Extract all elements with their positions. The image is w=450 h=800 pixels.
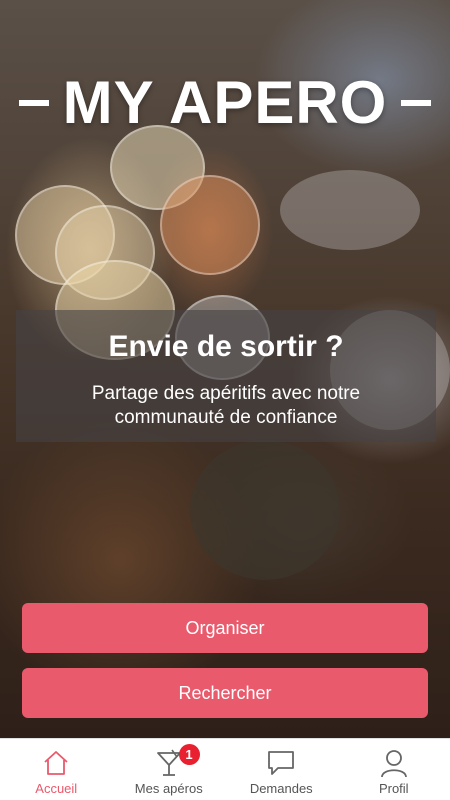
tab-demandes[interactable]: Demandes xyxy=(225,739,338,800)
person-icon xyxy=(380,750,407,778)
organise-button[interactable]: Organiser xyxy=(22,603,428,653)
hero-title: Envie de sortir ? xyxy=(108,330,344,363)
food-plate xyxy=(190,440,340,580)
tab-label: Demandes xyxy=(249,781,313,796)
tab-mes-aperos[interactable]: 1 Mes apéros xyxy=(113,739,226,800)
bottom-tab-bar: Accueil 1 Mes apéros Demandes Profil xyxy=(0,738,450,800)
logo-dash-right xyxy=(401,100,432,107)
logo-text: MY APERO xyxy=(62,69,388,136)
home-icon xyxy=(44,751,68,775)
chat-bubble-icon xyxy=(268,751,295,775)
hero-subtitle: Partage des apéritifs avec notre communa… xyxy=(91,383,361,428)
app-logo: MY APERO xyxy=(0,68,450,137)
tab-label: Mes apéros xyxy=(134,781,203,796)
tab-label: Accueil xyxy=(35,781,78,796)
wine-glass xyxy=(160,175,260,275)
tab-accueil[interactable]: Accueil xyxy=(0,739,113,800)
tab-profil[interactable]: Profil xyxy=(338,739,450,800)
notification-badge: 1 xyxy=(178,744,200,765)
tab-label: Profil xyxy=(378,781,409,796)
food-plate xyxy=(280,170,420,250)
tagline-panel: Envie de sortir ? Partage des apéritifs … xyxy=(16,310,436,442)
logo-dash-left xyxy=(18,100,49,107)
search-button[interactable]: Rechercher xyxy=(22,668,428,718)
